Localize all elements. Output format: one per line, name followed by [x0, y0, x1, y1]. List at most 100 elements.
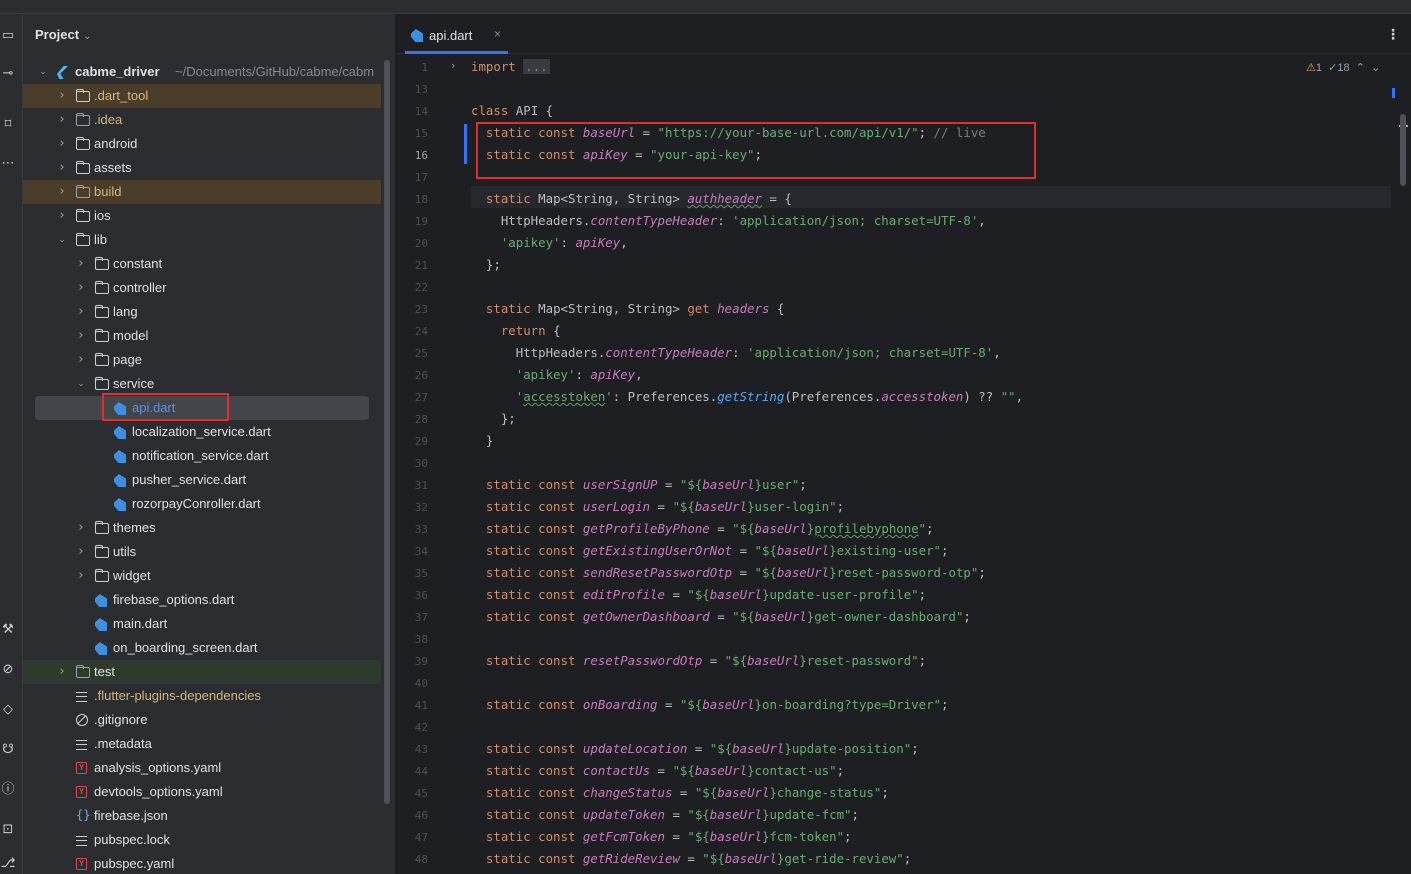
chevron-right-icon[interactable]: ›: [56, 204, 68, 228]
inspection-widget[interactable]: ⚠1 ✓18 ⌃ ⌄: [1306, 61, 1380, 74]
tree-item-api-dart[interactable]: api.dart: [35, 396, 369, 420]
tree-item-controller[interactable]: › controller: [23, 276, 381, 300]
chevron-right-icon[interactable]: ›: [56, 108, 68, 132]
tree-item-notification-service-dart[interactable]: notification_service.dart: [23, 444, 381, 468]
previous-highlight-icon[interactable]: ⌃: [1356, 62, 1365, 74]
tree-item-pusher-service-dart[interactable]: pusher_service.dart: [23, 468, 381, 492]
services-icon[interactable]: ◇: [0, 702, 16, 718]
chevron-right-icon[interactable]: ›: [56, 180, 68, 204]
tree-item-on-boarding-screen-dart[interactable]: on_boarding_screen.dart: [23, 636, 381, 660]
chevron-right-icon[interactable]: ›: [56, 156, 68, 180]
logcat-icon[interactable]: ☋: [0, 742, 16, 758]
tree-item-localization-service-dart[interactable]: localization_service.dart: [23, 420, 381, 444]
chevron-down-icon[interactable]: ⌄: [56, 228, 68, 252]
tree-item-rozorpayconroller-dart[interactable]: rozorpayConroller.dart: [23, 492, 381, 516]
next-highlight-icon[interactable]: ⌄: [1371, 62, 1380, 74]
chevron-right-icon[interactable]: ›: [75, 252, 87, 276]
tree-item-build[interactable]: › build: [23, 180, 381, 204]
code-line: static const userSignUP = "${baseUrl}use…: [485, 477, 807, 492]
tree-item-main-dart[interactable]: main.dart: [23, 612, 381, 636]
problems-icon[interactable]: ⓘ: [0, 782, 16, 798]
code-line: static const resetPasswordOtp = "${baseU…: [485, 653, 927, 668]
tree-item-ios[interactable]: › ios: [23, 204, 381, 228]
run-icon[interactable]: ⊘: [0, 662, 16, 678]
chevron-right-icon[interactable]: ›: [75, 324, 87, 348]
chevron-right-icon[interactable]: ›: [56, 84, 68, 108]
tree-item-lib[interactable]: ⌄ lib: [23, 228, 381, 252]
line-number: 31: [414, 479, 428, 492]
tree-item-label: .gitignore: [94, 712, 148, 727]
more-options-icon[interactable]: ⋮: [1386, 26, 1400, 43]
chevron-right-icon[interactable]: ›: [75, 276, 87, 300]
chevron-right-icon[interactable]: ›: [56, 132, 68, 156]
project-scrollbar[interactable]: [384, 60, 390, 804]
tree-item-devtools-options-yaml[interactable]: Ydevtools_options.yaml: [23, 780, 381, 804]
bookmarks-icon[interactable]: ⌑: [0, 117, 16, 133]
folder-icon: [75, 136, 90, 150]
build-icon[interactable]: ⚒: [0, 622, 16, 638]
tree-item-label: analysis_options.yaml: [94, 760, 222, 775]
tree-item-label: widget: [113, 568, 151, 583]
tree-item-widget[interactable]: › widget: [23, 564, 381, 588]
code-line: static const getOwnerDashboard = "${base…: [485, 609, 971, 624]
line-number: 29: [414, 435, 428, 448]
chevron-right-icon[interactable]: ›: [75, 516, 87, 540]
flutter-module-icon: [57, 66, 68, 79]
tree-item-dart-tool[interactable]: › .dart_tool: [23, 84, 381, 108]
line-number: 37: [414, 611, 428, 624]
chevron-right-icon[interactable]: ›: [75, 564, 87, 588]
tab-api-dart[interactable]: api.dart ×: [405, 14, 508, 54]
project-view-icon[interactable]: ▭: [0, 28, 16, 44]
line-number: 32: [414, 501, 428, 514]
more-tools-icon[interactable]: ⋯: [0, 156, 16, 172]
tree-item-label: constant: [113, 256, 163, 271]
code-area[interactable]: import ... class API { static const baseU…: [471, 56, 1391, 874]
code-line: HttpHeaders.contentTypeHeader: 'applicat…: [471, 213, 986, 228]
commit-icon[interactable]: ⊸: [0, 66, 16, 82]
tree-item-themes[interactable]: › themes: [23, 516, 381, 540]
tree-item-constant[interactable]: › constant: [23, 252, 381, 276]
chevron-right-icon[interactable]: ›: [75, 348, 87, 372]
editor-scrollbar[interactable]: [1400, 114, 1406, 186]
tab-label: api.dart: [429, 28, 473, 43]
tree-item-lang[interactable]: › lang: [23, 300, 381, 324]
tree-item-analysis-options-yaml[interactable]: Yanalysis_options.yaml: [23, 756, 381, 780]
tree-item-service[interactable]: ⌄ service: [23, 372, 381, 396]
tree-item-page[interactable]: › page: [23, 348, 381, 372]
tree-item-test[interactable]: › test: [23, 660, 381, 684]
title-bar: [0, 0, 1411, 14]
tree-item-label: cabme_driver: [75, 64, 160, 79]
tree-item-firebase-options-dart[interactable]: firebase_options.dart: [23, 588, 381, 612]
tree-item-android[interactable]: › android: [23, 132, 381, 156]
tree-item-firebase-json[interactable]: {} firebase.json: [23, 804, 381, 828]
tree-item-gitignore[interactable]: .gitignore: [23, 708, 381, 732]
tree-item-pubspec-lock[interactable]: pubspec.lock: [23, 828, 381, 852]
tree-item-pubspec-yaml[interactable]: Ypubspec.yaml: [23, 852, 381, 874]
chevron-right-icon[interactable]: ›: [56, 660, 68, 684]
tree-item-cabme-driver[interactable]: ⌄ cabme_driver ~/Documents/GitHub/cabme/ca…: [23, 60, 381, 84]
tree-item-label: rozorpayConroller.dart: [132, 496, 261, 511]
vcs-change-marker[interactable]: [464, 124, 467, 164]
folder-icon: [75, 664, 90, 678]
code-line: 'apikey': apiKey,: [515, 367, 643, 382]
project-panel-title[interactable]: Project ⌄: [35, 27, 91, 42]
gitignore-icon: [76, 714, 88, 726]
close-icon[interactable]: ×: [494, 27, 501, 41]
line-number: 47: [414, 831, 428, 844]
chevron-right-icon[interactable]: ›: [75, 300, 87, 324]
tree-item-flutter-plugins-dependencies[interactable]: .flutter-plugins-dependencies: [23, 684, 381, 708]
tree-item-label: model: [113, 328, 149, 343]
chevron-down-icon[interactable]: ⌄: [75, 372, 87, 396]
terminal-icon[interactable]: ⊡: [0, 822, 16, 838]
tree-item-metadata[interactable]: .metadata: [23, 732, 381, 756]
chevron-down-icon[interactable]: ⌄: [37, 60, 49, 84]
tree-item-assets[interactable]: › assets: [23, 156, 381, 180]
tree-item-idea[interactable]: › .idea: [23, 108, 381, 132]
version-control-icon[interactable]: ⎇: [0, 856, 16, 872]
tree-item-model[interactable]: › model: [23, 324, 381, 348]
tree-item-utils[interactable]: › utils: [23, 540, 381, 564]
yaml-file-icon: Y: [76, 762, 87, 774]
yaml-file-icon: Y: [76, 858, 87, 870]
chevron-right-icon[interactable]: ›: [75, 540, 87, 564]
fold-expand-icon[interactable]: ›: [451, 59, 455, 72]
